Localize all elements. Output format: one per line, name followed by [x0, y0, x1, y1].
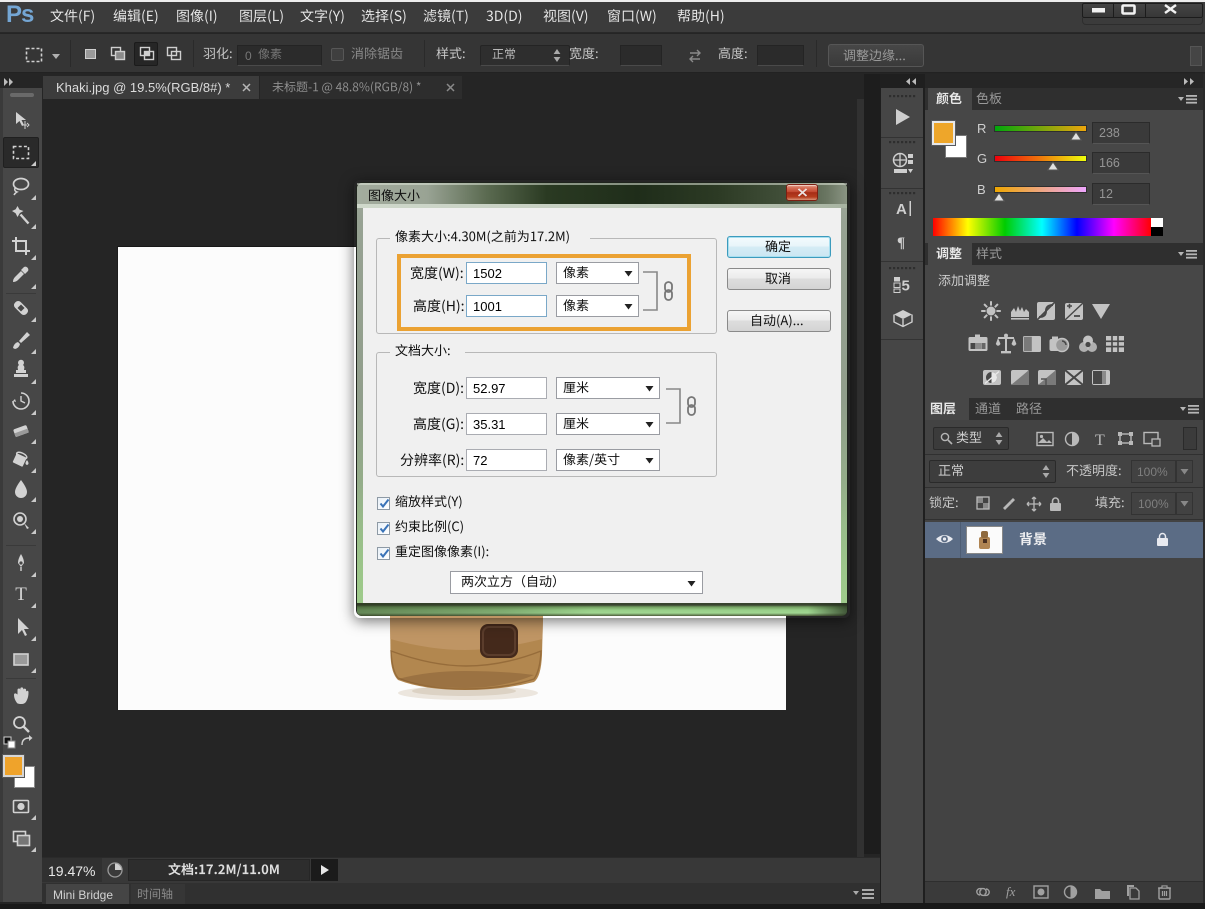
svg-text:5: 5: [902, 278, 910, 295]
svg-text:A: A: [896, 201, 907, 218]
svg-text:T: T: [1095, 432, 1105, 449]
svg-text:¶: ¶: [897, 235, 905, 251]
svg-text:T: T: [15, 584, 27, 605]
